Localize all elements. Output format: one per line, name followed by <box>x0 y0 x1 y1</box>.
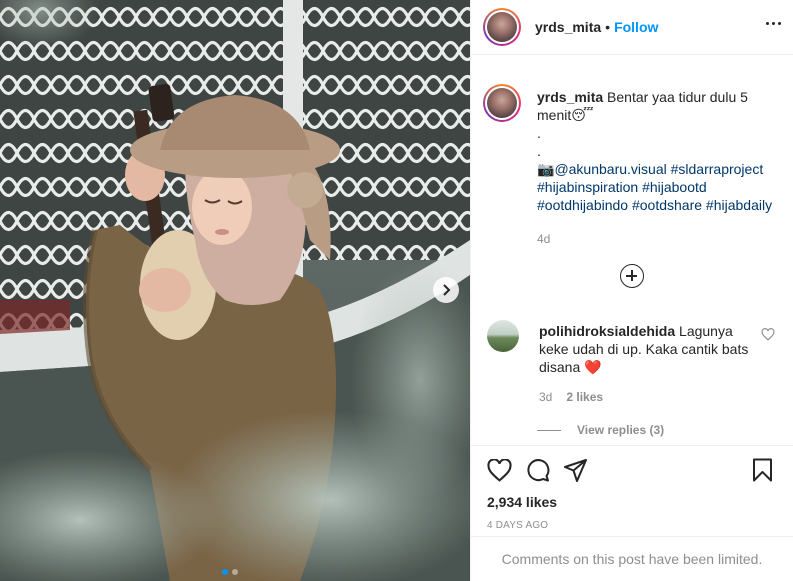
load-more-comments-icon[interactable] <box>620 264 644 288</box>
commenter-avatar[interactable] <box>487 320 519 352</box>
caption-dot: . <box>537 125 541 141</box>
header-separator: • <box>605 19 611 35</box>
heart-emoji: ❤️ <box>584 359 602 375</box>
post-date[interactable]: 4 DAYS AGO <box>487 520 777 531</box>
caption-meta: 4d <box>537 230 777 248</box>
commenter-username[interactable]: polihidroksialdehida <box>539 323 675 339</box>
comments-limited-notice: Comments on this post have been limited. <box>471 536 793 581</box>
comment-bubble-icon[interactable] <box>526 458 550 482</box>
more-horizontal-icon[interactable] <box>762 18 785 29</box>
like-comment-heart-icon[interactable] <box>761 328 775 341</box>
photo-illustration <box>0 0 470 581</box>
carousel-dot-active <box>222 569 228 575</box>
camera-emoji: 📷 <box>537 161 555 177</box>
hashtag-link[interactable]: #ootdhijabindo #ootdshare #hijabdaily <box>537 197 772 213</box>
caption-dot: . <box>537 143 541 159</box>
chevron-right-icon <box>443 284 451 296</box>
post-caption: yrds_mita Bentar yaa tidur dulu 5 menit😴… <box>483 84 777 248</box>
post-actions: 2,934 likes 4 DAYS AGO <box>471 445 793 531</box>
comment-item: polihidroksialdehida Lagunya keke udah d… <box>487 320 777 406</box>
avatar[interactable] <box>483 8 521 46</box>
caption-avatar[interactable] <box>483 84 521 122</box>
share-paper-plane-icon[interactable] <box>564 458 588 482</box>
view-replies-button[interactable]: View replies (3) <box>537 423 664 437</box>
hashtag-link[interactable]: #hijabinspiration #hijabootd <box>537 179 707 195</box>
follow-button[interactable]: Follow <box>614 19 658 35</box>
header-username[interactable]: yrds_mita <box>535 19 601 35</box>
likes-count[interactable]: 2,934 likes <box>487 494 777 510</box>
hashtag-link[interactable]: #sldarraproject <box>671 161 764 177</box>
comment-age: 3d <box>539 390 553 404</box>
comment-likes[interactable]: 2 likes <box>566 388 603 406</box>
save-bookmark-icon[interactable] <box>752 458 773 485</box>
caption-age: 4d <box>537 232 551 246</box>
post-photo[interactable] <box>0 0 470 581</box>
sleeping-emoji: 😴 <box>571 107 594 123</box>
replies-divider <box>537 429 561 431</box>
view-replies-label: View replies (3) <box>577 423 665 437</box>
caption-body: yrds_mita Bentar yaa tidur dulu 5 menit😴… <box>537 88 777 248</box>
post-side-panel: yrds_mita • Follow yrds_mita Bentar yaa … <box>470 0 793 581</box>
comment-meta: 3d 2 likes <box>539 388 759 406</box>
comment-body: polihidroksialdehida Lagunya keke udah d… <box>539 322 759 406</box>
like-heart-icon[interactable] <box>487 458 512 482</box>
carousel-next-button[interactable] <box>433 277 459 303</box>
caption-mention-link[interactable]: @akunbaru.visual <box>554 161 666 177</box>
carousel-dot <box>232 569 238 575</box>
carousel-dots <box>222 569 238 575</box>
caption-username[interactable]: yrds_mita <box>537 89 603 105</box>
post-header: yrds_mita • Follow <box>471 0 793 55</box>
